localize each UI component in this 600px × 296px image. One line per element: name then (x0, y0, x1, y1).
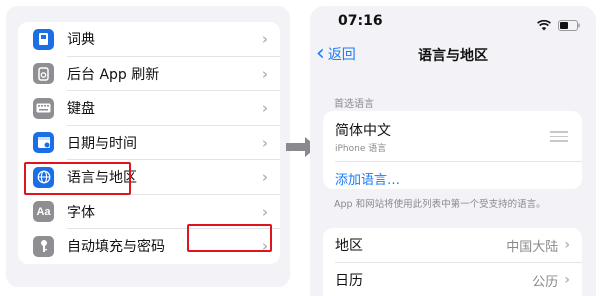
keyboard-icon (33, 97, 54, 119)
languages-footnote: App 和网站将使用此列表中第一个受支持的语言。 (334, 199, 546, 210)
font-icon: Aa (33, 201, 54, 223)
menu-item-label: 字体 (67, 204, 95, 221)
status-time: 07:16 (338, 13, 383, 29)
section-label-preferred-languages: 首选语言 (334, 99, 374, 110)
add-language-button[interactable]: 添加语言… (335, 169, 400, 188)
highlight-box-language-region (24, 162, 131, 195)
calendar-row[interactable]: 日历 公历 › (335, 263, 570, 296)
chevron-right-icon: › (564, 237, 570, 253)
divider (335, 161, 582, 162)
calendar-label: 日历 (335, 273, 363, 289)
menu-item-background-refresh[interactable]: 后台 App 刷新 › (18, 57, 280, 91)
page-title: 语言与地区 (418, 48, 488, 64)
calendar-clock-icon (33, 132, 54, 154)
chevron-right-icon: › (564, 272, 570, 288)
language-name[interactable]: 简体中文 (335, 120, 391, 140)
calendar-value: 公历 (532, 274, 559, 290)
menu-item-keyboard[interactable]: 键盘 › (18, 91, 280, 126)
chevron-right-icon: › (261, 133, 268, 152)
key-icon (33, 235, 54, 257)
menu-item-label: 日期与时间 (67, 135, 137, 152)
chevron-right-icon: › (261, 99, 268, 118)
menu-item-label: 键盘 (67, 101, 95, 118)
book-icon (33, 28, 54, 50)
battery-icon (558, 16, 580, 35)
wifi-icon (537, 16, 551, 35)
menu-item-date-time[interactable]: 日期与时间 › (18, 126, 280, 160)
region-settings-card: 地区 中国大陆 › 日历 公历 › (323, 228, 582, 296)
chevron-right-icon: › (261, 168, 268, 187)
language-subtitle: iPhone 语言 (335, 144, 387, 154)
highlight-box-region-value (187, 224, 272, 252)
language-region-screen: 07:16 ‹ 返回 语言与地区 首选语言 简体中文 iPhone 语言 添加语… (310, 6, 596, 296)
chevron-right-icon: › (261, 202, 268, 221)
menu-item-dictionary[interactable]: 词典 › (18, 22, 280, 57)
menu-item-label: 后台 App 刷新 (67, 66, 160, 83)
preferred-languages-card: 简体中文 iPhone 语言 添加语言… (323, 111, 582, 189)
region-value: 中国大陆 (506, 239, 559, 255)
region-row[interactable]: 地区 中国大陆 › (335, 228, 570, 262)
status-icons (537, 16, 580, 35)
chevron-right-icon: › (261, 64, 268, 83)
region-label: 地区 (335, 238, 363, 254)
menu-item-label: 词典 (67, 32, 95, 49)
chevron-right-icon: › (261, 30, 268, 49)
refresh-icon (33, 63, 54, 85)
reorder-handle-icon[interactable] (550, 131, 568, 145)
